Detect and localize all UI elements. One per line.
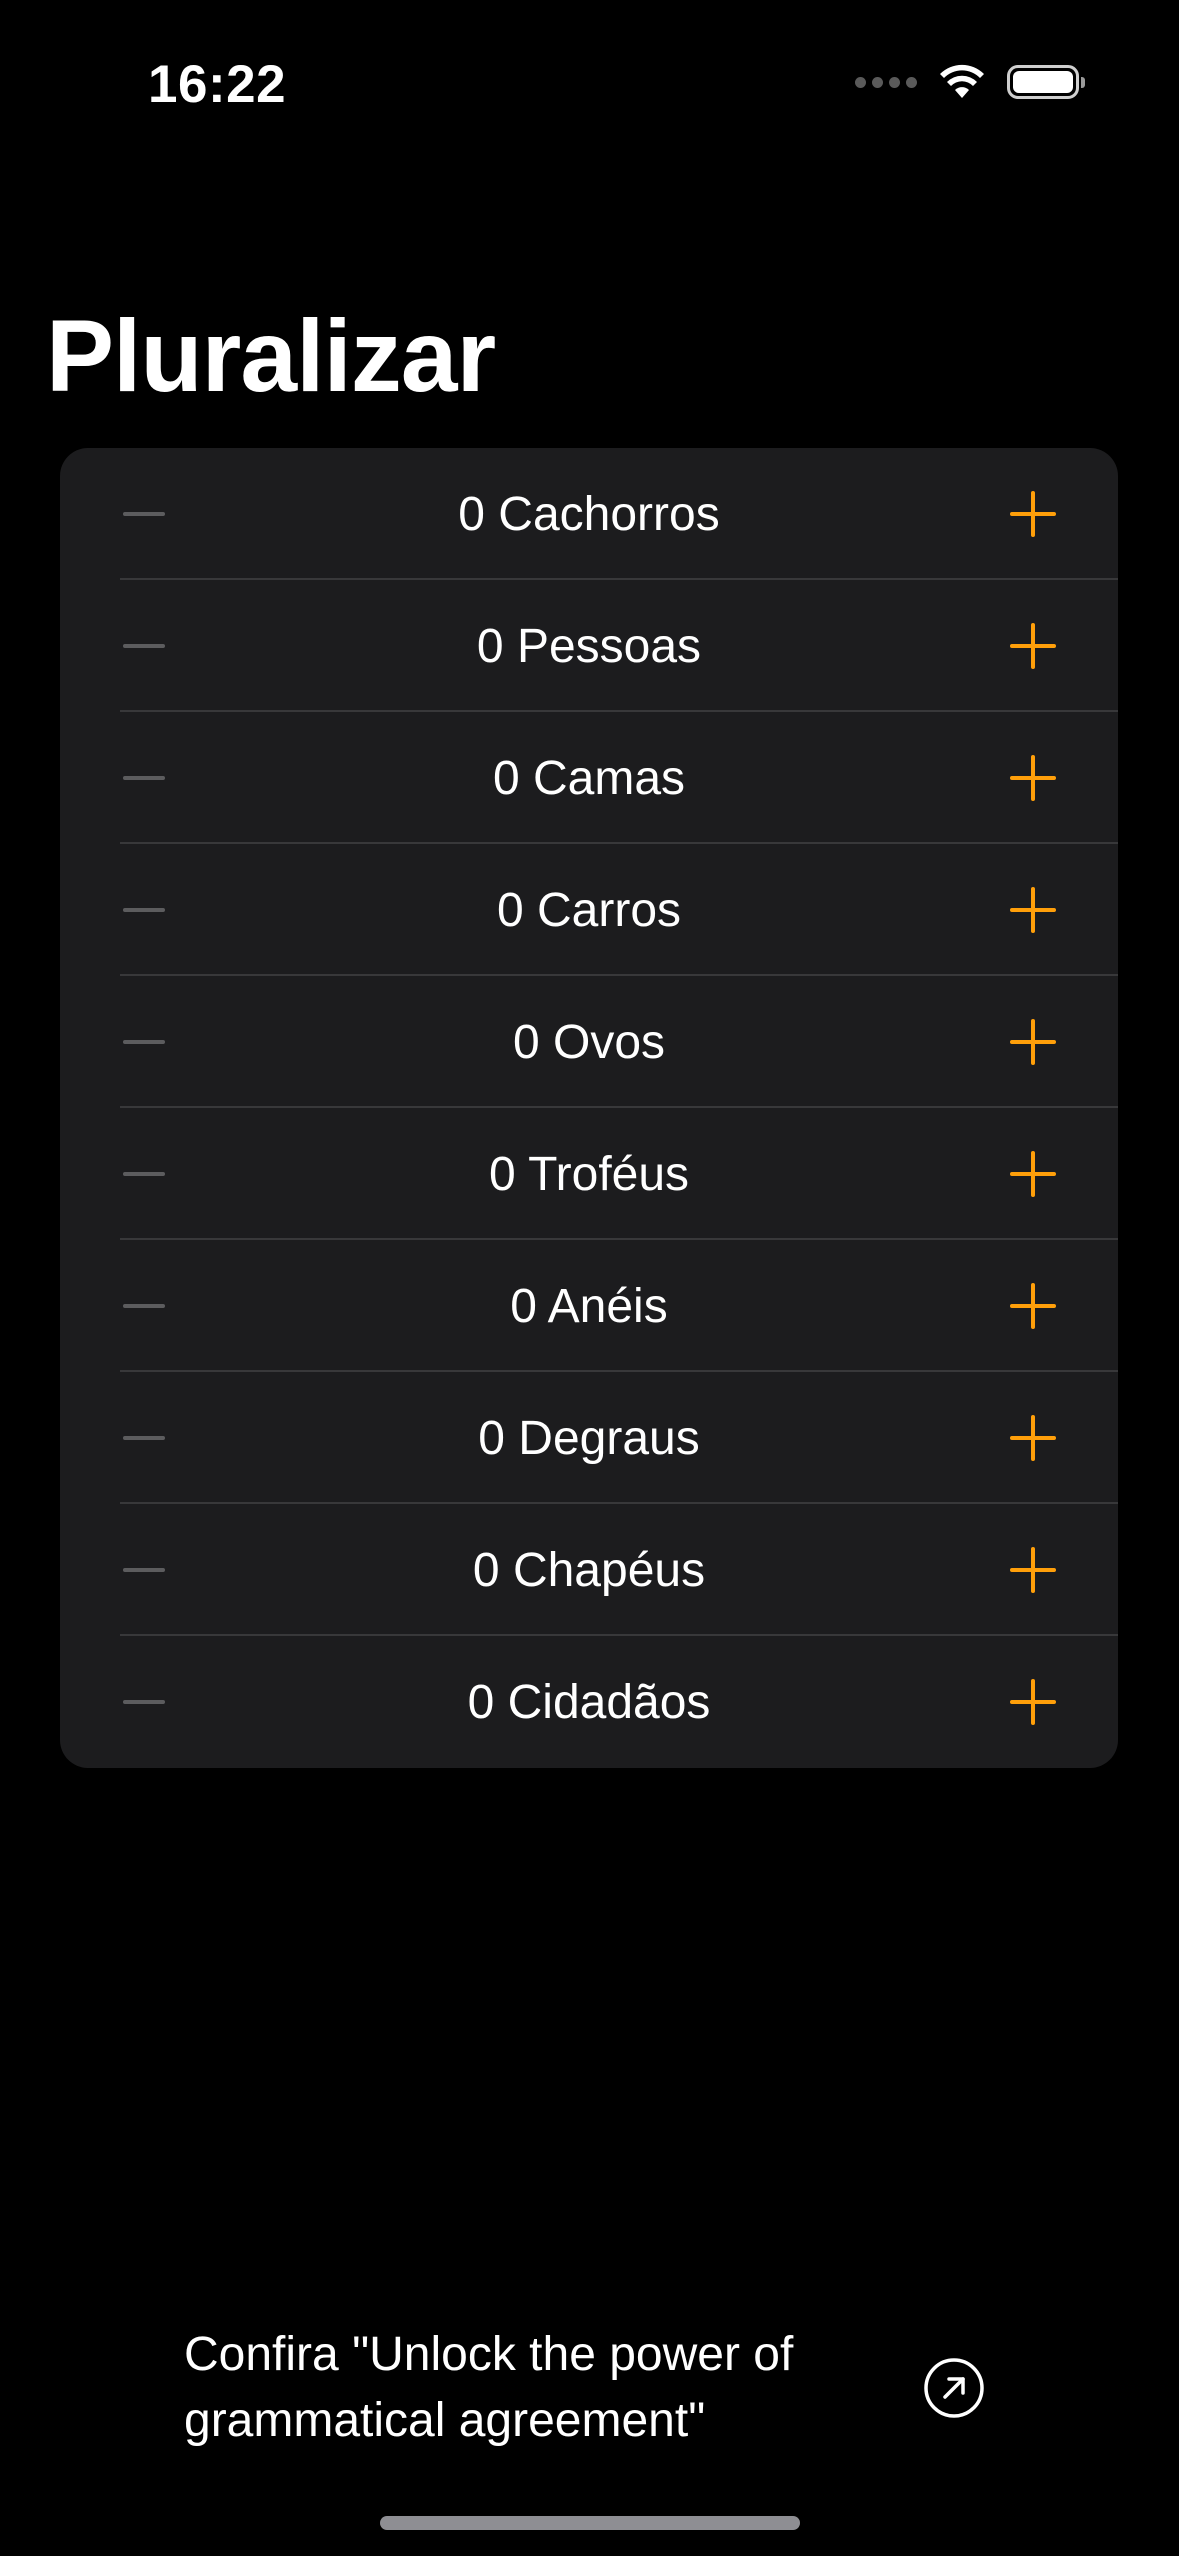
status-bar: 16:22 — [0, 0, 1179, 170]
minus-icon — [123, 908, 165, 912]
list-item: 0 Troféus — [60, 1108, 1118, 1240]
increment-button[interactable] — [1010, 1283, 1056, 1329]
increment-button[interactable] — [1010, 1019, 1056, 1065]
decrement-button[interactable] — [122, 1416, 166, 1460]
decrement-button[interactable] — [122, 492, 166, 536]
list-item: 0 Chapéus — [60, 1504, 1118, 1636]
minus-icon — [123, 1436, 165, 1440]
minus-icon — [123, 1040, 165, 1044]
list-item: 0 Camas — [60, 712, 1118, 844]
item-count-label: 0 Anéis — [510, 1279, 668, 1333]
minus-icon — [123, 1568, 165, 1572]
wifi-icon — [940, 64, 984, 98]
list-item: 0 Anéis — [60, 1240, 1118, 1372]
list-item: 0 Ovos — [60, 976, 1118, 1108]
increment-button[interactable] — [1010, 1547, 1056, 1593]
item-count-label: 0 Degraus — [478, 1411, 700, 1465]
decrement-button[interactable] — [122, 624, 166, 668]
page-title: Pluralizar — [46, 299, 496, 413]
increment-button[interactable] — [1010, 887, 1056, 933]
status-icons — [855, 64, 1085, 100]
minus-icon — [123, 1700, 165, 1704]
decrement-button[interactable] — [122, 756, 166, 800]
item-count-label: 0 Troféus — [488, 1147, 690, 1201]
list-item: 0 Pessoas — [60, 580, 1118, 712]
decrement-button[interactable] — [122, 888, 166, 932]
increment-button[interactable] — [1010, 1415, 1056, 1461]
decrement-button[interactable] — [122, 1680, 166, 1724]
minus-icon — [123, 1304, 165, 1308]
minus-icon — [123, 1172, 165, 1176]
increment-button[interactable] — [1010, 755, 1056, 801]
decrement-button[interactable] — [122, 1152, 166, 1196]
cellular-signal-icon — [855, 76, 917, 88]
list-item: 0 Cachorros — [60, 448, 1118, 580]
item-count-label: 0 Chapéus — [472, 1543, 706, 1597]
decrement-button[interactable] — [122, 1020, 166, 1064]
item-count-label: 0 Cachorros — [458, 487, 720, 541]
increment-button[interactable] — [1010, 1151, 1056, 1197]
increment-button[interactable] — [1010, 491, 1056, 537]
list-item: 0 Cidadãos — [60, 1636, 1118, 1768]
item-count-label: 0 Ovos — [512, 1015, 666, 1069]
minus-icon — [123, 512, 165, 516]
counter-list: 0 Cachorros 0 Pessoas 0 Camas 0 Carros 0… — [60, 448, 1118, 1768]
minus-icon — [123, 776, 165, 780]
list-item: 0 Carros — [60, 844, 1118, 976]
decrement-button[interactable] — [122, 1548, 166, 1592]
home-indicator[interactable] — [380, 2516, 800, 2530]
battery-icon — [1007, 65, 1085, 99]
item-count-label: 0 Carros — [496, 883, 682, 937]
promo-text: Confira "Unlock the power of grammatical… — [184, 2328, 794, 2447]
minus-icon — [123, 644, 165, 648]
arrow-up-right-circle-icon — [924, 2358, 984, 2418]
promo-link[interactable]: Confira "Unlock the power of grammatical… — [184, 2318, 1054, 2458]
item-count-label: 0 Cidadãos — [467, 1675, 711, 1729]
decrement-button[interactable] — [122, 1284, 166, 1328]
increment-button[interactable] — [1010, 1679, 1056, 1725]
status-time: 16:22 — [148, 55, 287, 114]
item-count-label: 0 Pessoas — [476, 619, 702, 673]
item-count-label: 0 Camas — [492, 751, 686, 805]
list-item: 0 Degraus — [60, 1372, 1118, 1504]
increment-button[interactable] — [1010, 623, 1056, 669]
